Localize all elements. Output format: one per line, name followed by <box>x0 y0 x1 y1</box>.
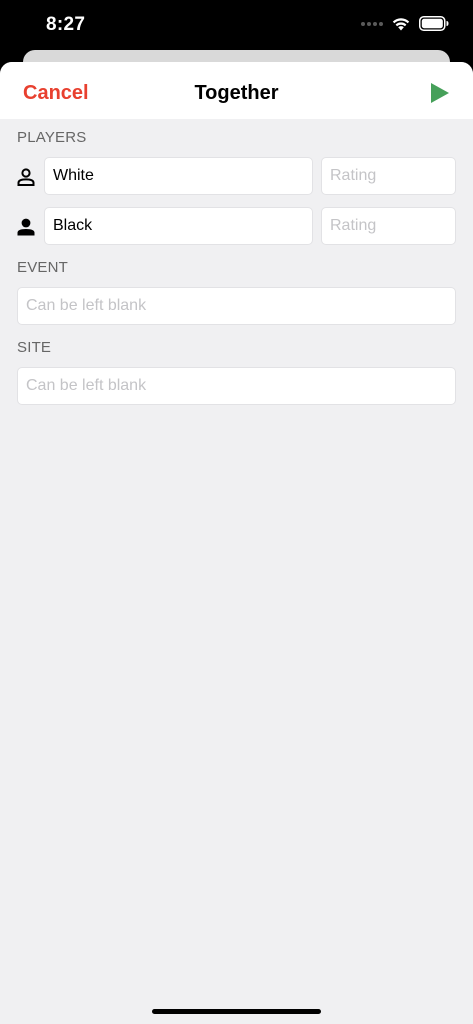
status-bar: 8:27 <box>0 0 473 52</box>
status-time: 8:27 <box>46 14 86 35</box>
navigation-bar: Cancel Together <box>0 62 473 119</box>
play-icon[interactable] <box>429 82 451 104</box>
site-field[interactable]: Can be left blank <box>17 367 456 405</box>
page-title: Together <box>194 82 279 104</box>
cellular-signal-icon <box>361 21 383 26</box>
screen: 8:27 Cancel Together PLAYERS White Ratin… <box>0 0 473 1024</box>
person-outline-icon <box>17 168 35 186</box>
black-rating-field[interactable]: Rating <box>321 207 456 245</box>
white-rating-field[interactable]: Rating <box>321 157 456 195</box>
sheet: Cancel Together PLAYERS White Rating Bla… <box>0 62 473 1024</box>
status-icons <box>361 16 449 31</box>
person-filled-icon <box>17 218 35 236</box>
site-section-label: SITE <box>17 339 52 356</box>
players-section-label: PLAYERS <box>17 129 87 146</box>
event-section-label: EVENT <box>17 259 69 276</box>
event-field[interactable]: Can be left blank <box>17 287 456 325</box>
wifi-icon <box>392 18 410 31</box>
battery-icon <box>419 16 449 31</box>
black-player-name-field[interactable]: Black <box>44 207 313 245</box>
home-indicator[interactable] <box>152 1009 321 1014</box>
white-player-name-field[interactable]: White <box>44 157 313 195</box>
